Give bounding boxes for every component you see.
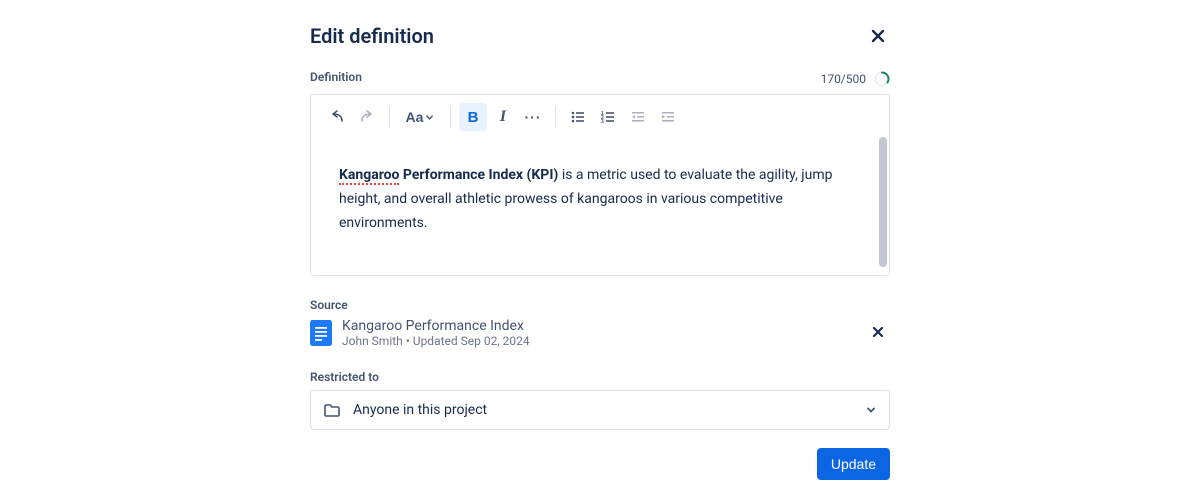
source-section: Source Kangaroo Performance Index John S… bbox=[310, 298, 890, 348]
source-label: Source bbox=[310, 298, 890, 312]
numbered-list-icon: 123 bbox=[600, 109, 616, 125]
bold-icon: B bbox=[468, 109, 479, 126]
svg-text:3: 3 bbox=[601, 119, 604, 125]
numbered-list-button[interactable]: 123 bbox=[594, 103, 622, 131]
definition-header: Definition 170/500 bbox=[310, 70, 890, 88]
close-icon bbox=[871, 325, 885, 339]
italic-button[interactable]: I bbox=[489, 103, 517, 131]
close-icon bbox=[870, 28, 886, 44]
char-counter: 170/500 bbox=[821, 71, 890, 87]
outdent-button[interactable] bbox=[624, 103, 652, 131]
redo-button[interactable] bbox=[353, 103, 381, 131]
bullet-list-button[interactable] bbox=[564, 103, 592, 131]
source-row: Kangaroo Performance Index John Smith • … bbox=[310, 318, 890, 348]
close-button[interactable] bbox=[866, 24, 890, 48]
folder-icon bbox=[323, 401, 341, 419]
modal-footer: Update bbox=[310, 448, 890, 480]
edit-definition-modal: Edit definition Definition 170/500 Aa bbox=[310, 24, 890, 500]
redo-icon bbox=[359, 109, 375, 125]
bold-button[interactable]: B bbox=[459, 103, 487, 131]
bullet-list-icon bbox=[570, 109, 586, 125]
content-bold-misspelled: Kangaroo bbox=[339, 167, 399, 185]
restricted-select[interactable]: Anyone in this project bbox=[310, 390, 890, 430]
modal-title: Edit definition bbox=[310, 24, 434, 48]
undo-icon bbox=[329, 109, 345, 125]
toolbar-separator bbox=[389, 106, 390, 128]
progress-ring-icon bbox=[874, 71, 890, 87]
more-icon: ··· bbox=[525, 109, 542, 125]
document-icon bbox=[310, 320, 332, 346]
more-formatting-button[interactable]: ··· bbox=[519, 103, 547, 131]
undo-button[interactable] bbox=[323, 103, 351, 131]
text-style-label: Aa bbox=[406, 109, 424, 125]
restricted-label: Restricted to bbox=[310, 370, 890, 384]
content-bold-rest: Performance Index (KPI) bbox=[399, 167, 558, 183]
remove-source-button[interactable] bbox=[866, 321, 890, 345]
editor-textarea[interactable]: Kangaroo Performance Index (KPI) is a me… bbox=[311, 140, 889, 275]
scrollbar-thumb[interactable] bbox=[879, 137, 887, 267]
definition-label: Definition bbox=[310, 70, 362, 84]
restricted-value: Anyone in this project bbox=[353, 402, 853, 418]
indent-button[interactable] bbox=[654, 103, 682, 131]
indent-icon bbox=[660, 109, 676, 125]
char-count-text: 170/500 bbox=[821, 72, 866, 86]
source-info: Kangaroo Performance Index John Smith • … bbox=[342, 318, 856, 348]
source-meta: John Smith • Updated Sep 02, 2024 bbox=[342, 334, 856, 348]
italic-icon: I bbox=[500, 108, 506, 126]
chevron-down-icon bbox=[425, 113, 434, 122]
chevron-down-icon bbox=[865, 404, 877, 416]
update-button[interactable]: Update bbox=[817, 448, 890, 480]
definition-editor: Aa B I ··· 123 bbox=[310, 94, 890, 276]
editor-toolbar: Aa B I ··· 123 bbox=[311, 95, 889, 140]
modal-header: Edit definition bbox=[310, 24, 890, 48]
outdent-icon bbox=[630, 109, 646, 125]
text-style-button[interactable]: Aa bbox=[398, 103, 442, 131]
toolbar-separator bbox=[555, 106, 556, 128]
restricted-section: Restricted to Anyone in this project bbox=[310, 370, 890, 430]
source-title: Kangaroo Performance Index bbox=[342, 318, 856, 334]
toolbar-separator bbox=[450, 106, 451, 128]
